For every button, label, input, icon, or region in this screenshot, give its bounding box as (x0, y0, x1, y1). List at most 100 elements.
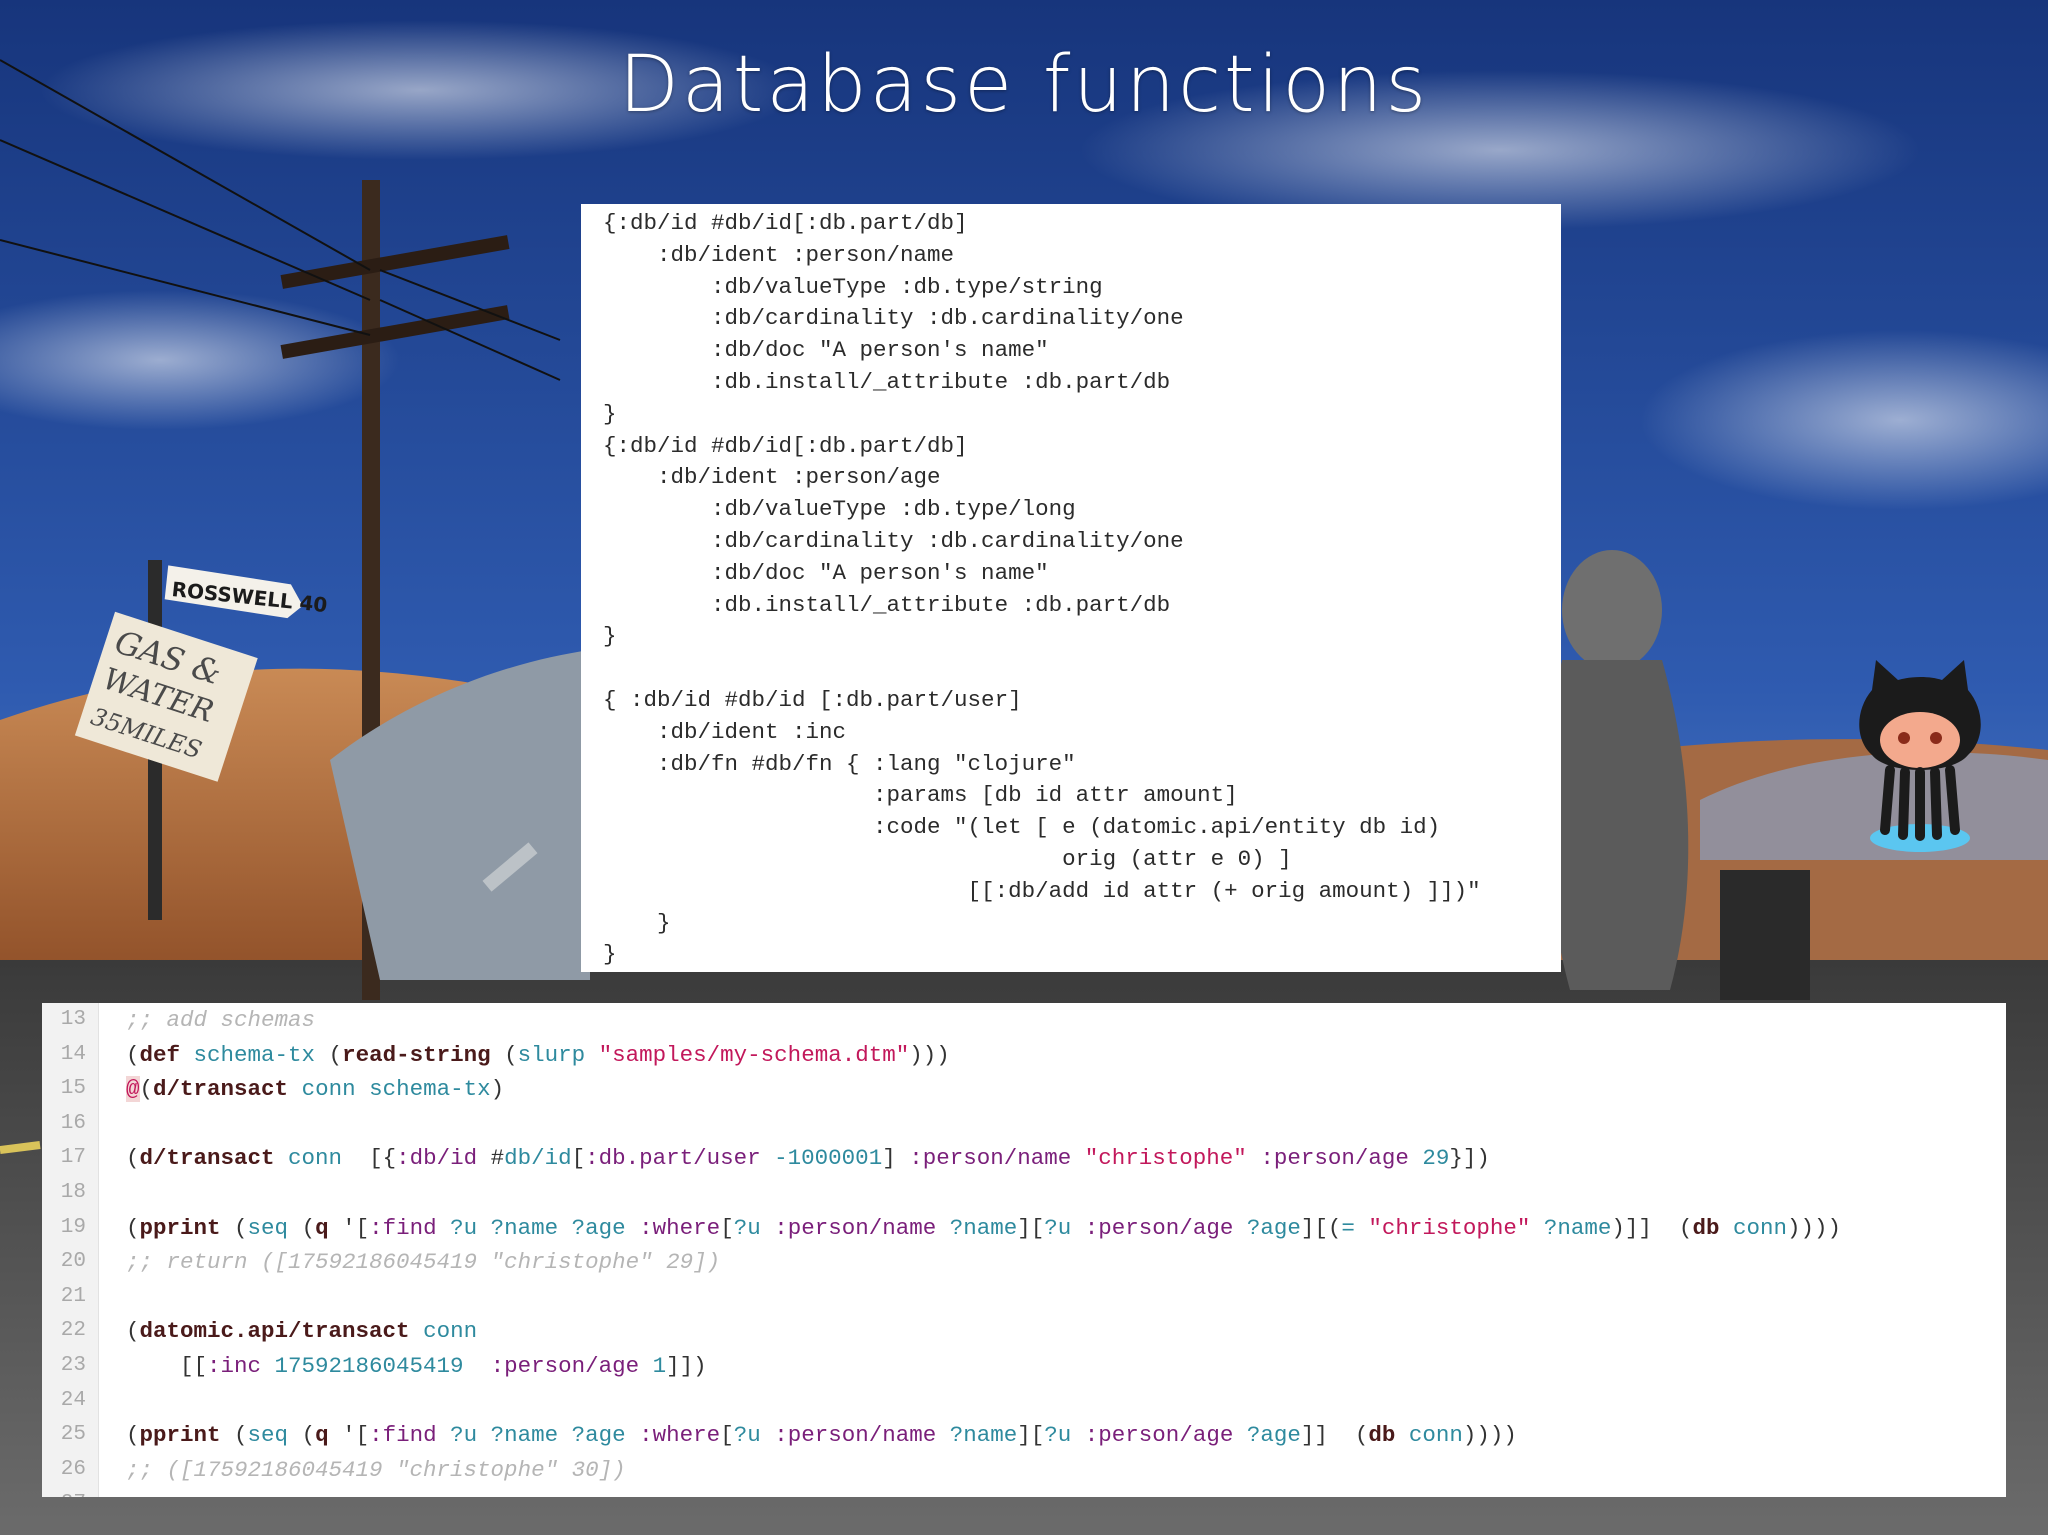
editor-line[interactable]: 14 (def schema-tx (read-string (slurp "sa… (42, 1038, 2006, 1072)
code-token: schema-tx (180, 1041, 329, 1068)
code-token: ( (139, 1076, 154, 1103)
code-token: d/transact (153, 1076, 289, 1103)
code-token: '[ (328, 1214, 370, 1241)
line-number: 19 (60, 1215, 86, 1239)
code-token: :person/name (774, 1422, 937, 1449)
code-token: ;; ([17592186045419 "christophe" 30]) (126, 1456, 626, 1483)
editor-line[interactable]: 23 [[:inc 17592186045419 :person/age 1]]… (42, 1349, 2006, 1383)
code-token: ( (288, 1422, 316, 1449)
code-token: :find (369, 1214, 437, 1241)
code-token: db (1368, 1422, 1396, 1449)
code-token: ?u (733, 1214, 775, 1241)
code-token: # (477, 1145, 505, 1172)
code-token: ( (328, 1041, 343, 1068)
road-line (0, 1141, 41, 1154)
code-token: "christophe" (1368, 1214, 1531, 1241)
code-token: d/transact (139, 1145, 275, 1172)
editor-line[interactable]: 16 (42, 1107, 2006, 1141)
editor-line[interactable]: 20 ;; return ([17592186045419 "christophe… (42, 1245, 2006, 1279)
schema-code-line: } (603, 941, 617, 968)
gas-can (1720, 870, 1810, 1000)
code-token: :person/name (909, 1145, 1072, 1172)
schema-code-line: :db/fn #db/fn { :lang "clojure" (603, 750, 1076, 777)
line-number: 20 (60, 1250, 86, 1274)
code-token: :person/age (490, 1353, 640, 1379)
code-token: conn (1719, 1214, 1787, 1241)
code-token: conn schema-tx (288, 1076, 491, 1103)
code-token: [ (571, 1145, 586, 1172)
code-token: :person/age (1084, 1214, 1234, 1241)
schema-code-line: :db/doc "A person's name" (603, 337, 1049, 364)
line-source: ;; return ([17592186045419 "christophe" … (126, 1245, 720, 1279)
code-token: ?name (936, 1214, 1018, 1241)
schema-code-line: :code "(let [ e (datomic.api/entity db i… (603, 814, 1441, 841)
code-token: )))) (1462, 1422, 1517, 1449)
code-token: ][ (1017, 1422, 1045, 1449)
code-token: ( (126, 1041, 140, 1068)
line-number: 22 (60, 1319, 86, 1343)
line-source: (pprint (seq (q '[:find ?u ?name ?age :w… (126, 1211, 1841, 1245)
code-token: ?u ?name ?age (436, 1214, 640, 1241)
code-token: ][( (1300, 1214, 1342, 1241)
line-source: (pprint (seq (q '[:find ?u ?name ?age :w… (126, 1418, 1517, 1452)
line-number: 24 (60, 1388, 86, 1412)
code-token: :where (639, 1214, 721, 1241)
line-number: 21 (60, 1284, 86, 1308)
schema-code-block: {:db/id #db/id[:db.part/db] :db/ident :p… (603, 208, 1561, 971)
code-token: :db/id (396, 1145, 478, 1172)
code-token: = (1341, 1214, 1369, 1241)
line-source: (datomic.api/transact conn (126, 1314, 477, 1348)
code-token: conn (274, 1145, 370, 1172)
code-token: ( (126, 1145, 140, 1172)
editor-line[interactable]: 21 (42, 1280, 2006, 1314)
editor-line[interactable]: 22 (datomic.api/transact conn (42, 1314, 2006, 1348)
code-token: q (315, 1422, 329, 1449)
code-token: )))) (1786, 1214, 1841, 1241)
schema-code-line: [[:db/add id attr (+ orig amount) ]])" (603, 877, 1481, 904)
code-token: def (139, 1041, 181, 1068)
editor-line[interactable]: 25 (pprint (seq (q '[:find ?u ?name ?age … (42, 1418, 2006, 1452)
line-number: 23 (60, 1354, 86, 1377)
code-token: ]]) (666, 1353, 707, 1379)
editor-line[interactable]: 17 (d/transact conn [{:db/id #db/id[:db.p… (42, 1141, 2006, 1175)
editor-line[interactable]: 15 @(d/transact conn schema-tx) (42, 1072, 2006, 1106)
line-number: 15 (60, 1077, 86, 1101)
schema-code-line: :db/valueType :db.type/long (603, 496, 1076, 523)
code-token: 1 (639, 1353, 667, 1379)
editor-line[interactable]: 19 (pprint (seq (q '[:find ?u ?name ?age … (42, 1211, 2006, 1245)
code-token: :person/age (1084, 1422, 1234, 1449)
editor-line[interactable]: 18 (42, 1176, 2006, 1210)
schema-code-line: orig (attr e 0) ] (603, 845, 1292, 872)
code-token: [[ (126, 1353, 208, 1379)
code-token: 29 (1408, 1145, 1450, 1172)
editor-line[interactable]: 26 ;; ([17592186045419 "christophe" 30]) (42, 1453, 2006, 1487)
editor-line[interactable]: 24 (42, 1384, 2006, 1418)
line-source: ;; ([17592186045419 "christophe" 30]) (126, 1453, 626, 1487)
schema-code-line: :db.install/_attribute :db.part/db (603, 591, 1171, 618)
schema-code-line: {:db/id #db/id[:db.part/db] (603, 210, 968, 236)
editor-line[interactable]: 13 ;; add schemas (42, 1003, 2006, 1037)
code-token: :find (369, 1422, 437, 1449)
code-token: db/id (504, 1145, 572, 1172)
code-token: ?u ?name ?age (436, 1422, 640, 1449)
code-token: )]] ( (1611, 1214, 1693, 1241)
line-source: (d/transact conn [{:db/id #db/id[:db.par… (126, 1141, 1490, 1175)
schema-code-line: :db/ident :person/name (603, 241, 955, 268)
line-number: 14 (60, 1042, 86, 1066)
code-token: :inc (207, 1353, 262, 1379)
line-number: 26 (60, 1457, 86, 1481)
line-source: (def schema-tx (read-string (slurp "samp… (126, 1038, 950, 1072)
code-token: ?u (1044, 1422, 1085, 1449)
code-token: db (1692, 1214, 1720, 1241)
schema-code-line: } (603, 909, 671, 936)
code-token: ?name (936, 1422, 1018, 1449)
line-number: 17 (60, 1146, 86, 1170)
schema-code-line: } (603, 400, 617, 427)
schema-code-line: :db/ident :person/age (603, 464, 941, 491)
schema-code-line: :db.install/_attribute :db.part/db (603, 368, 1171, 395)
code-token: :person/name (774, 1214, 937, 1241)
line-source: [[:inc 17592186045419 :person/age 1]]) (126, 1349, 707, 1383)
editor-line[interactable]: 27 (42, 1487, 2006, 1497)
